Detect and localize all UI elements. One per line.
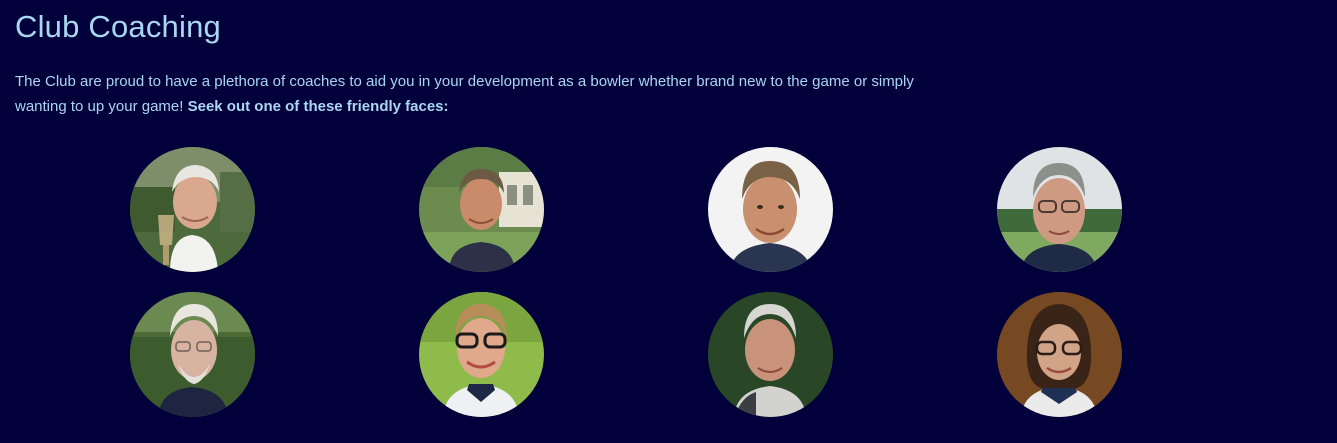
coach-photo-3 [708, 147, 833, 272]
coach-photo-5 [130, 292, 255, 417]
coach-photo-8 [997, 292, 1122, 417]
coach-grid [15, 0, 1325, 443]
coach-photo-2 [419, 147, 544, 272]
coach-photo-1 [130, 147, 255, 272]
coach-photo-4 [997, 147, 1122, 272]
club-coaching-section: Club Coaching The Club are proud to have… [15, 0, 1325, 443]
coach-photo-7 [708, 292, 833, 417]
coach-photo-6 [419, 292, 544, 417]
